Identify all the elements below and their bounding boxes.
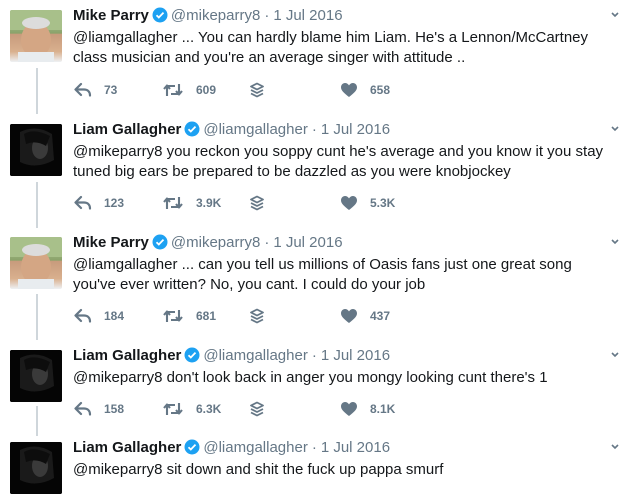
timestamp[interactable]: 1 Jul 2016 (321, 121, 390, 138)
display-name[interactable]: Liam Gallagher (73, 121, 181, 138)
stack-icon (250, 401, 264, 417)
reply-icon (74, 82, 92, 97)
tweet[interactable]: Mike Parry @mikeparry8 · 1 Jul 2016 @liamga… (0, 227, 620, 339)
verified-badge-icon (184, 439, 200, 461)
stack-button[interactable] (249, 400, 265, 418)
stack-icon (250, 195, 264, 211)
verified-badge-icon (184, 347, 200, 369)
heart-icon (341, 309, 357, 323)
reply-button[interactable]: 123 (74, 194, 124, 212)
timestamp[interactable]: 1 Jul 2016 (321, 347, 390, 364)
retweet-icon (163, 310, 183, 322)
tweet-header: Mike Parry @mikeparry8 · 1 Jul 2016 (73, 233, 343, 256)
display-name[interactable]: Liam Gallagher (73, 439, 181, 456)
avatar[interactable] (10, 442, 62, 494)
avatar[interactable] (10, 350, 62, 402)
heart-icon (341, 83, 357, 97)
caret-down-icon[interactable] (610, 442, 620, 452)
like-count: 5.3K (370, 196, 396, 210)
like-button[interactable]: 658 (340, 81, 390, 99)
separator: · (311, 439, 317, 456)
tweet[interactable]: Liam Gallagher @liamgallagher · 1 Jul 2016 … (0, 340, 620, 436)
tweet-header: Liam Gallagher @liamgallagher · 1 Jul 2016 (73, 120, 390, 143)
like-count: 658 (370, 83, 391, 97)
tweet-text: @mikeparry8 you reckon you soppy cunt he… (73, 143, 604, 180)
separator: · (264, 234, 270, 251)
tweet[interactable]: Mike Parry @mikeparry8 · 1 Jul 2016 @liamga… (0, 0, 620, 112)
tweet[interactable]: Liam Gallagher @liamgallagher · 1 Jul 2016 … (0, 114, 620, 226)
separator: · (264, 7, 270, 24)
retweet-icon (163, 197, 183, 209)
reply-button[interactable]: 184 (74, 307, 124, 325)
verified-badge-icon (152, 234, 168, 256)
verified-badge-icon (152, 7, 168, 29)
reply-button[interactable]: 158 (74, 400, 124, 418)
display-name[interactable]: Mike Parry (73, 234, 149, 251)
separator: · (311, 121, 317, 138)
caret-down-icon[interactable] (610, 124, 620, 134)
like-button[interactable]: 437 (340, 307, 390, 325)
handle[interactable]: @mikeparry8 (171, 234, 260, 251)
tweet-text: @liamgallagher ... can you tell us milli… (73, 256, 572, 293)
avatar[interactable] (10, 10, 62, 62)
reply-count: 158 (104, 402, 125, 416)
handle[interactable]: @liamgallagher (203, 347, 307, 364)
display-name[interactable]: Mike Parry (73, 7, 149, 24)
like-count: 8.1K (370, 402, 396, 416)
retweet-button[interactable]: 681 (162, 307, 216, 325)
separator: · (311, 347, 317, 364)
timestamp[interactable]: 1 Jul 2016 (321, 439, 390, 456)
stack-icon (250, 82, 264, 98)
retweet-count: 3.9K (196, 196, 222, 210)
tweet-header: Liam Gallagher @liamgallagher · 1 Jul 2016 (73, 346, 390, 369)
tweet-header: Mike Parry @mikeparry8 · 1 Jul 2016 (73, 6, 343, 29)
retweet-icon (163, 84, 183, 96)
verified-badge-icon (184, 121, 200, 143)
caret-down-icon[interactable] (610, 237, 620, 247)
retweet-count: 609 (196, 83, 217, 97)
reply-icon (74, 195, 92, 210)
heart-icon (341, 402, 357, 416)
retweet-button[interactable]: 6.3K (162, 400, 221, 418)
caret-down-icon[interactable] (610, 350, 620, 360)
reply-count: 123 (104, 196, 125, 210)
retweet-count: 681 (196, 309, 217, 323)
tweet-header: Liam Gallagher @liamgallagher · 1 Jul 2016 (73, 438, 390, 461)
retweet-icon (163, 403, 183, 415)
tweet-text: @mikeparry8 sit down and shit the fuck u… (73, 461, 444, 478)
stack-button[interactable] (249, 194, 265, 212)
avatar[interactable] (10, 124, 62, 176)
heart-icon (341, 196, 357, 210)
timestamp[interactable]: 1 Jul 2016 (273, 7, 342, 24)
reply-button[interactable]: 73 (74, 81, 117, 99)
reply-count: 184 (104, 309, 125, 323)
handle[interactable]: @mikeparry8 (171, 7, 260, 24)
retweet-button[interactable]: 609 (162, 81, 216, 99)
display-name[interactable]: Liam Gallagher (73, 347, 181, 364)
avatar[interactable] (10, 237, 62, 289)
retweet-count: 6.3K (196, 402, 222, 416)
tweet-text: @mikeparry8 don't look back in anger you… (73, 369, 548, 386)
retweet-button[interactable]: 3.9K (162, 194, 221, 212)
tweet-text: @liamgallagher ... You can hardly blame … (73, 29, 589, 66)
tweet[interactable]: Liam Gallagher @liamgallagher · 1 Jul 2016 … (0, 432, 620, 494)
handle[interactable]: @liamgallagher (203, 439, 307, 456)
stack-button[interactable] (249, 81, 265, 99)
reply-count: 73 (104, 83, 118, 97)
reply-icon (74, 308, 92, 323)
like-button[interactable]: 8.1K (340, 400, 395, 418)
timestamp[interactable]: 1 Jul 2016 (273, 234, 342, 251)
reply-icon (74, 401, 92, 416)
caret-down-icon[interactable] (610, 10, 620, 20)
handle[interactable]: @liamgallagher (203, 121, 307, 138)
stack-icon (250, 308, 264, 324)
like-button[interactable]: 5.3K (340, 194, 395, 212)
stack-button[interactable] (249, 307, 265, 325)
like-count: 437 (370, 309, 391, 323)
